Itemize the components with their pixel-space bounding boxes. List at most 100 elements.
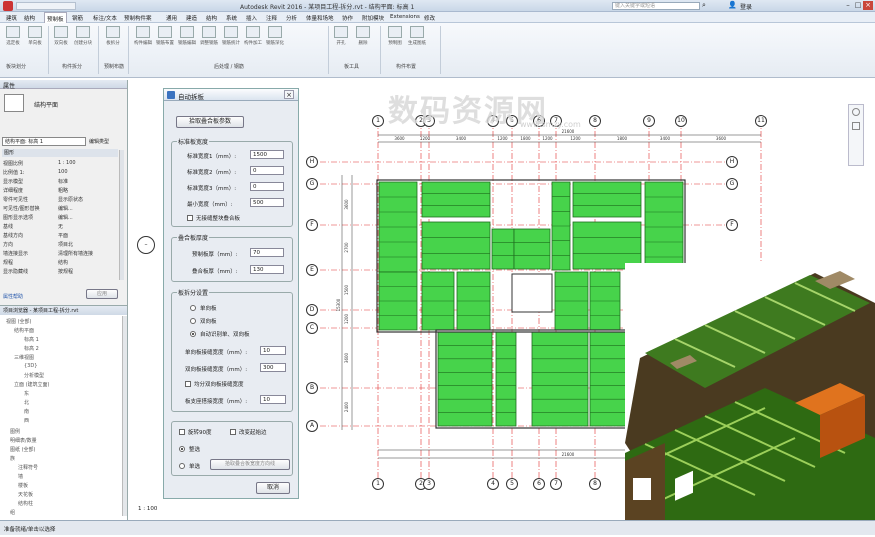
no-seam-checkbox[interactable] xyxy=(187,215,193,221)
ribbon-button-one-way[interactable]: 单向板 xyxy=(26,26,44,58)
select-single-radio[interactable] xyxy=(179,463,185,469)
grid-bubble-left[interactable]: A xyxy=(306,420,318,432)
tree-node[interactable]: 结构平面 xyxy=(14,327,34,334)
grid-bubble-left[interactable]: G xyxy=(306,178,318,190)
minimize-button[interactable]: – xyxy=(843,1,853,10)
quick-access-toolbar[interactable] xyxy=(16,2,76,10)
support-width-input[interactable]: 10 xyxy=(260,395,286,404)
tab-collaborate[interactable]: 协作 xyxy=(342,14,353,22)
two-way-seam-input[interactable]: 300 xyxy=(260,363,286,372)
ribbon-button-split[interactable]: 板拆分 xyxy=(104,26,122,58)
tree-node[interactable]: 标高 1 xyxy=(24,336,39,343)
tree-node[interactable]: 族 xyxy=(10,455,15,462)
rotate-90-checkbox[interactable] xyxy=(179,429,185,435)
tab-precast-components[interactable]: 预制构件案 xyxy=(124,14,152,22)
tab-rebar[interactable]: 钢筋 xyxy=(72,14,83,22)
tab-precast-slab[interactable]: 预制板 xyxy=(44,12,67,23)
grid-bubble-left[interactable]: H xyxy=(306,156,318,168)
precast-thickness-select[interactable]: 70 xyxy=(250,248,284,257)
grid-bubble-top[interactable]: 10 xyxy=(675,115,687,127)
tree-node[interactable]: 三维视图 xyxy=(14,354,34,361)
tab-addins[interactable]: 附加模块 xyxy=(362,14,384,22)
tree-node[interactable]: 东 xyxy=(24,390,29,397)
tree-node[interactable]: 视图 (全部) xyxy=(6,318,32,325)
tree-node[interactable]: 结构柱 xyxy=(18,500,33,507)
ribbon-button-two-way[interactable]: 双向板 xyxy=(52,26,70,58)
tab-annotate[interactable]: 标注/文本 xyxy=(93,14,117,22)
ribbon-button-edit-rebar[interactable]: 钢筋编辑 xyxy=(178,26,196,58)
width2-select[interactable]: 0 xyxy=(250,166,284,175)
grid-bubble-left[interactable]: B xyxy=(306,382,318,394)
grid-bubble-bottom[interactable]: 4 xyxy=(487,478,499,490)
tab-construction[interactable]: 建造 xyxy=(186,14,197,22)
grid-bubble-right[interactable]: G xyxy=(726,178,738,190)
browser-scrollbar[interactable] xyxy=(122,316,127,516)
tab-systems[interactable]: 系统 xyxy=(226,14,237,22)
ribbon-button-edit-component[interactable]: 构件编辑 xyxy=(134,26,152,58)
select-all-radio[interactable] xyxy=(179,446,185,452)
grid-bubble-left[interactable]: D xyxy=(306,304,318,316)
maximize-button[interactable]: □ xyxy=(853,1,863,10)
one-way-seam-input[interactable]: 10 xyxy=(260,346,286,355)
tab-structure[interactable]: 结构 xyxy=(24,14,35,22)
apply-button[interactable]: 应用 xyxy=(86,289,118,299)
ribbon-button-detailing[interactable]: 钢筋深化 xyxy=(266,26,284,58)
ribbon-button-processing[interactable]: 构件加工 xyxy=(244,26,262,58)
search-input[interactable]: 键入关键字或短语 xyxy=(612,2,700,10)
two-way-radio[interactable] xyxy=(190,318,196,324)
edit-type-button[interactable]: 编辑类型 xyxy=(89,138,109,145)
tree-node[interactable]: 明细表/数量 xyxy=(10,437,37,444)
ribbon-button-generate-sheets[interactable]: 生成图纸 xyxy=(408,26,426,58)
tab-modify[interactable]: 修改 xyxy=(424,14,435,22)
min-width-input[interactable]: 500 xyxy=(250,198,284,207)
zoom-icon[interactable] xyxy=(852,122,860,130)
properties-scrollbar[interactable] xyxy=(119,150,124,280)
instance-selector[interactable]: 结构平面: 标高 1 xyxy=(2,137,86,146)
tab-insert[interactable]: 插入 xyxy=(246,14,257,22)
total-thickness-select[interactable]: 130 xyxy=(250,265,284,274)
section-marker-icon[interactable]: – xyxy=(137,236,155,254)
tree-node[interactable]: 标高 2 xyxy=(24,345,39,352)
tree-node[interactable]: 分析模型 xyxy=(24,372,44,379)
average-seam-checkbox[interactable] xyxy=(185,381,191,387)
ribbon-button-create-block[interactable]: 创建分块 xyxy=(74,26,92,58)
grid-bubble-right[interactable]: H xyxy=(726,156,738,168)
tree-node[interactable]: 西 xyxy=(24,417,29,424)
pick-direction-button[interactable]: 拾取叠合板宽度方向线 xyxy=(210,459,290,470)
dialog-close-icon[interactable]: × xyxy=(284,90,294,99)
change-start-edge-checkbox[interactable] xyxy=(230,429,236,435)
grid-bubble-top[interactable]: 11 xyxy=(755,115,767,127)
ribbon-button-opening[interactable]: 开孔 xyxy=(332,26,350,58)
ribbon-button-select-slab[interactable]: 选定板 xyxy=(4,26,22,58)
steering-wheel-icon[interactable] xyxy=(852,108,860,116)
ribbon-button-precast-drawing[interactable]: 预制图 xyxy=(386,26,404,58)
pick-slab-params-button[interactable]: 拾取叠合板参数 xyxy=(176,116,244,128)
tree-node[interactable]: 图例 xyxy=(10,428,20,435)
revit-logo-icon[interactable] xyxy=(3,1,13,11)
grid-bubble-bottom[interactable]: 5 xyxy=(506,478,518,490)
section-graphics[interactable]: 图形 xyxy=(2,149,118,157)
grid-bubble-bottom[interactable]: 7 xyxy=(550,478,562,490)
grid-bubble-bottom[interactable]: 1 xyxy=(372,478,384,490)
tab-structure-2[interactable]: 结构 xyxy=(206,14,217,22)
ribbon-button-rebar-stats[interactable]: 钢筋统计 xyxy=(222,26,240,58)
grid-bubble-top[interactable]: 1 xyxy=(372,115,384,127)
width3-select[interactable]: 0 xyxy=(250,182,284,191)
grid-bubble-bottom[interactable]: 8 xyxy=(589,478,601,490)
tree-node[interactable]: 组 xyxy=(10,509,15,516)
width1-select[interactable]: 1500 xyxy=(250,150,284,159)
grid-bubble-bottom[interactable]: 3 xyxy=(423,478,435,490)
tree-node[interactable]: 立面 (建筑立面) xyxy=(14,381,50,388)
tree-node[interactable]: 天花板 xyxy=(18,491,33,498)
grid-bubble-top[interactable]: 9 xyxy=(643,115,655,127)
grid-bubble-bottom[interactable]: 6 xyxy=(533,478,545,490)
ribbon-button-adjust-rebar[interactable]: 调整钢筋 xyxy=(200,26,218,58)
tree-node[interactable]: 楼板 xyxy=(18,482,28,489)
tree-node[interactable]: 南 xyxy=(24,408,29,415)
search-icon[interactable]: ⌕ xyxy=(702,2,710,10)
tree-node[interactable]: 墙 xyxy=(18,473,23,480)
tree-node[interactable]: {3D} xyxy=(24,363,37,369)
tree-node[interactable]: 注释符号 xyxy=(18,464,38,471)
tree-node[interactable]: 北 xyxy=(24,399,29,406)
one-way-radio[interactable] xyxy=(190,305,196,311)
